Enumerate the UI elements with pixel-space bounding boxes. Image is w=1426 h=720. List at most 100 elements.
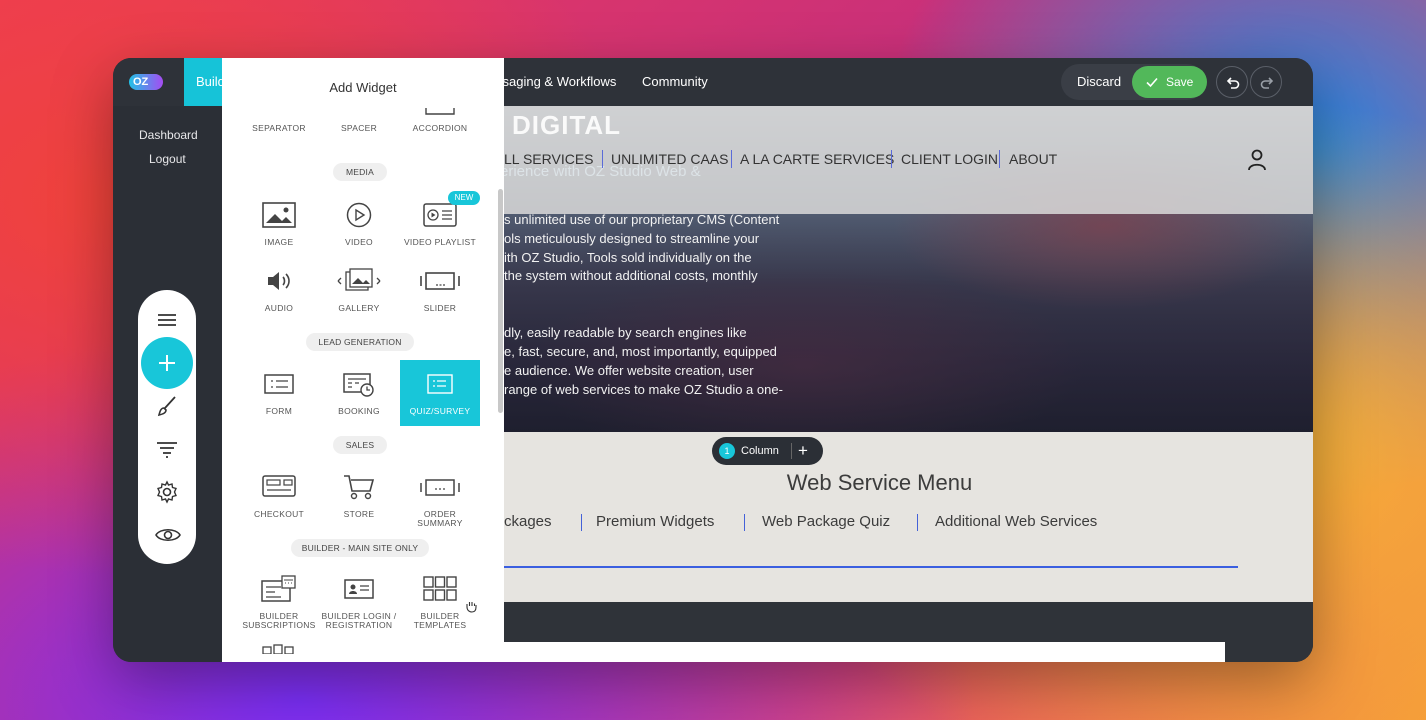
menu-divider <box>744 514 745 531</box>
redo-button[interactable] <box>1250 66 1282 98</box>
site-nav-about[interactable]: ABOUT <box>1009 151 1057 167</box>
hero-line: ith OZ Studio, Tools sold individually o… <box>504 250 752 265</box>
nav-divider <box>731 150 732 168</box>
templates-icon <box>423 576 457 601</box>
hero-line: ols meticulously designed to streamline … <box>504 231 760 246</box>
widget-accordion[interactable]: ACCORDION <box>400 106 480 133</box>
filter-icon[interactable] <box>155 439 179 459</box>
widget-separator[interactable]: SEPARATOR <box>239 106 319 133</box>
menu-link-web-package-quiz[interactable]: Web Package Quiz <box>762 513 890 530</box>
tool-pill <box>138 290 196 564</box>
site-nav-a-la-carte[interactable]: A LA CARTE SERVICES <box>740 151 894 167</box>
grab-cursor-icon <box>466 602 477 613</box>
hero-line: s unlimited use of our proprietary CMS (… <box>504 212 780 227</box>
widget-image[interactable]: IMAGE <box>239 198 319 247</box>
quiz-icon <box>427 374 453 394</box>
form-icon <box>264 374 294 394</box>
widget-video[interactable]: VIDEO <box>319 198 399 247</box>
left-sidebar: Dashboard Logout <box>113 106 222 662</box>
brush-icon[interactable] <box>155 394 179 418</box>
site-brand[interactable]: DIGITAL <box>512 110 621 141</box>
section-sales: SALES <box>333 436 387 454</box>
widget-form[interactable]: FORM <box>239 367 319 416</box>
panel-scrollbar[interactable] <box>498 189 503 413</box>
menu-link-packages[interactable]: ckages <box>504 513 552 530</box>
add-column-button[interactable]: + <box>798 437 808 464</box>
builder-window: OZ Builder ssaging & Workflows Community… <box>113 58 1313 662</box>
widget-booking[interactable]: BOOKING <box>319 367 399 416</box>
widget-slider[interactable]: SLIDER <box>400 264 480 313</box>
hero-line: e audience. We offer website creation, u… <box>504 363 754 378</box>
booking-icon <box>343 373 374 397</box>
save-button[interactable]: Save <box>1132 66 1207 98</box>
subscriptions-icon <box>261 575 296 602</box>
cart-icon <box>344 475 375 500</box>
widget-audio[interactable]: AUDIO <box>239 264 319 313</box>
section-lead-generation: LEAD GENERATION <box>306 333 414 351</box>
widget-builder-subscriptions[interactable]: BUILDER SUBSCRIPTIONS <box>239 572 319 630</box>
undo-icon <box>1226 77 1240 89</box>
page-preview: s unlimited use of our proprietary CMS (… <box>504 106 1313 662</box>
menu-icon[interactable] <box>155 311 179 329</box>
menu-link-additional-services[interactable]: Additional Web Services <box>935 513 1097 530</box>
eye-icon[interactable] <box>155 526 181 544</box>
discard-button[interactable]: Discard <box>1077 58 1121 106</box>
site-header: DIGITAL erience with OZ Studio Web & LL … <box>504 106 1313 214</box>
widget-store[interactable]: STORE <box>319 470 399 519</box>
redo-icon <box>1260 77 1274 89</box>
menu-title: Web Service Menu <box>786 470 973 495</box>
site-nav-unlimited-caas[interactable]: UNLIMITED CAAS <box>611 151 728 167</box>
panel-title: Add Widget <box>329 80 397 95</box>
logout-link[interactable]: Logout <box>149 152 186 166</box>
partial-widget-icon <box>262 644 294 654</box>
column-label: Column <box>741 445 779 457</box>
section-builder-main-site: BUILDER - MAIN SITE ONLY <box>291 539 429 557</box>
dashboard-link[interactable]: Dashboard <box>139 128 198 142</box>
widget-spacer[interactable]: SPACER <box>319 106 399 133</box>
user-icon[interactable] <box>1247 149 1267 171</box>
image-icon <box>262 202 296 228</box>
nav-divider <box>891 150 892 168</box>
save-label: Save <box>1166 75 1194 89</box>
oz-logo[interactable]: OZ <box>129 74 163 90</box>
order-summary-icon <box>420 479 460 496</box>
widget-gallery[interactable]: GALLERY <box>319 264 399 313</box>
gear-icon[interactable] <box>155 480 179 504</box>
checkout-icon <box>262 475 296 497</box>
new-badge: NEW <box>448 191 480 205</box>
section-media: MEDIA <box>333 163 387 181</box>
menu-divider <box>917 514 918 531</box>
hero-line: e, fast, secure, and, most importantly, … <box>504 344 777 359</box>
column-number: 1 <box>719 443 735 459</box>
hero-line: dly, easily readable by search engines l… <box>504 325 747 340</box>
tab-builder[interactable]: Builder <box>184 58 224 106</box>
widget-builder-login[interactable]: BUILDER LOGIN / REGISTRATION <box>319 572 399 630</box>
column-toolbar[interactable]: 1 Column + <box>712 437 823 465</box>
nav-messaging-workflows[interactable]: ssaging & Workflows <box>496 58 616 106</box>
video-playlist-icon <box>423 203 457 227</box>
menu-divider <box>581 514 582 531</box>
hero-line: the system without additional costs, mon… <box>504 268 758 283</box>
nav-divider <box>602 150 603 168</box>
accordion-icon <box>425 108 455 115</box>
widget-checkout[interactable]: CHECKOUT <box>239 470 319 519</box>
site-nav-client-login[interactable]: CLIENT LOGIN <box>901 151 998 167</box>
login-icon <box>344 579 374 599</box>
gallery-icon <box>337 268 381 291</box>
menu-link-premium-widgets[interactable]: Premium Widgets <box>596 513 714 530</box>
site-nav-all-services[interactable]: LL SERVICES <box>504 151 594 167</box>
section-underline <box>504 566 1238 568</box>
widget-order-summary[interactable]: ORDER SUMMARY <box>400 470 480 528</box>
content-block <box>504 642 1225 662</box>
widget-video-playlist[interactable]: VIDEO PLAYLIST <box>400 198 480 247</box>
add-widget-panel: Add Widget SEPARATOR SPACER ACCORDION ME… <box>222 58 504 662</box>
nav-community[interactable]: Community <box>642 58 708 106</box>
widget-quiz-survey[interactable]: QUIZ/SURVEY <box>400 360 480 426</box>
undo-button[interactable] <box>1216 66 1248 98</box>
video-icon <box>346 202 372 228</box>
audio-icon <box>268 272 290 290</box>
slider-icon <box>420 272 460 290</box>
column-divider <box>791 443 792 459</box>
add-widget-button[interactable] <box>141 337 193 389</box>
check-icon <box>1146 77 1158 88</box>
